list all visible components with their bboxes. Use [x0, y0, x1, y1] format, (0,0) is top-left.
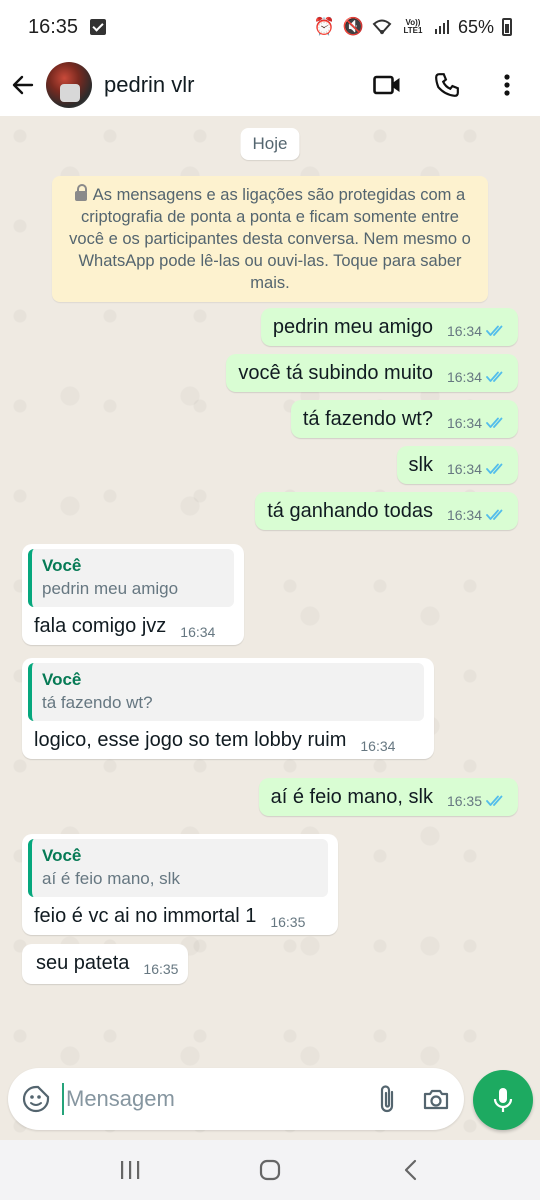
more-options-button[interactable] — [492, 70, 522, 100]
read-ticks-icon — [486, 509, 503, 520]
quote-text: tá fazendo wt? — [42, 693, 153, 712]
message-outgoing[interactable]: você tá subindo muito 16:34 — [226, 354, 518, 392]
camera-icon — [423, 1089, 449, 1110]
back-button[interactable] — [10, 72, 36, 98]
message-time: 16:34 — [446, 461, 482, 477]
quote-text: aí é feio mano, slk — [42, 869, 180, 888]
message-outgoing[interactable]: pedrin meu amigo 16:34 — [260, 308, 518, 346]
signal-icon — [434, 20, 449, 34]
message-input[interactable] — [62, 1083, 354, 1115]
camera-button[interactable] — [422, 1083, 450, 1115]
read-ticks-icon — [486, 463, 503, 474]
message-outgoing[interactable]: tá fazendo wt? 16:34 — [290, 400, 518, 438]
message-time: 16:34 — [446, 369, 482, 385]
quoted-message[interactable]: Você aí é feio mano, slk — [28, 839, 328, 897]
message-text: tá ganhando todas — [267, 500, 433, 522]
video-call-icon — [373, 75, 400, 95]
quoted-message[interactable]: Você tá fazendo wt? — [28, 663, 424, 721]
chat-area[interactable]: Hoje As mensagens e as ligações são prot… — [0, 116, 540, 1140]
quote-author: Você — [42, 670, 82, 689]
more-vert-icon — [504, 74, 510, 96]
message-time: 16:34 — [446, 323, 482, 339]
quote-text: pedrin meu amigo — [42, 579, 179, 598]
message-text: pedrin meu amigo — [272, 316, 433, 338]
voice-message-button[interactable] — [473, 1070, 533, 1130]
microphone-icon — [493, 1088, 513, 1112]
network-label: Vo)) LTE1 — [403, 18, 423, 35]
message-time: 16:34 — [446, 415, 482, 431]
message-incoming[interactable]: Você tá fazendo wt? logico, esse jogo so… — [22, 658, 434, 759]
message-outgoing[interactable]: slk 16:34 — [396, 446, 518, 484]
message-text: logico, esse jogo so tem lobby ruim — [34, 729, 347, 751]
quoted-message[interactable]: Você pedrin meu amigo — [28, 549, 234, 607]
wifi-icon — [372, 19, 392, 35]
avatar[interactable] — [46, 62, 92, 108]
message-text: tá fazendo wt? — [302, 408, 433, 430]
read-ticks-icon — [486, 795, 503, 806]
home-button[interactable] — [250, 1150, 290, 1190]
message-time: 16:35 — [270, 914, 306, 930]
read-ticks-icon — [486, 417, 503, 428]
battery-icon — [502, 18, 512, 36]
message-incoming[interactable]: Você pedrin meu amigo fala comigo jvz 16… — [22, 544, 244, 645]
message-text: slk — [408, 454, 433, 476]
quote-author: Você — [42, 556, 82, 575]
message-outgoing[interactable]: aí é feio mano, slk 16:35 — [258, 778, 518, 816]
chevron-left-icon — [404, 1159, 417, 1181]
read-ticks-icon — [486, 325, 503, 336]
paperclip-icon — [380, 1085, 394, 1113]
system-nav-bar — [0, 1140, 540, 1200]
chat-header: pedrin vlr — [0, 54, 540, 116]
message-text: feio é vc ai no immortal 1 — [34, 905, 257, 927]
mute-icon: 🔇 — [342, 17, 364, 36]
voice-call-button[interactable] — [432, 70, 462, 100]
sticker-icon — [22, 1085, 50, 1113]
recents-icon — [121, 1161, 140, 1179]
contact-name[interactable]: pedrin vlr — [104, 72, 194, 98]
back-nav-button[interactable] — [390, 1150, 430, 1190]
notification-check-icon — [90, 19, 107, 35]
message-text: fala comigo jvz — [34, 615, 167, 637]
message-outgoing[interactable]: tá ganhando todas 16:34 — [255, 492, 518, 530]
date-separator: Hoje — [240, 128, 300, 160]
sticker-button[interactable] — [22, 1084, 50, 1114]
message-incoming[interactable]: Você aí é feio mano, slk feio é vc ai no… — [22, 834, 338, 935]
message-time: 16:34 — [446, 507, 482, 523]
message-text: você tá subindo muito — [238, 362, 433, 384]
phone-icon — [435, 73, 459, 97]
quote-author: Você — [42, 846, 82, 865]
video-call-button[interactable] — [372, 70, 402, 100]
status-bar: 16:35 ⏰ 🔇 Vo)) LTE1 65% — [0, 0, 540, 54]
message-time: 16:35 — [446, 793, 482, 809]
message-time: 16:34 — [180, 624, 216, 640]
message-incoming[interactable]: seu pateta 16:35 — [22, 944, 189, 984]
read-ticks-icon — [486, 371, 503, 382]
home-icon — [259, 1159, 281, 1181]
attach-button[interactable] — [376, 1083, 400, 1115]
message-composer — [8, 1068, 464, 1130]
battery-percent: 65% — [457, 16, 494, 37]
encryption-notice-text: As mensagens e as ligações são protegida… — [69, 186, 471, 292]
encryption-notice[interactable]: As mensagens e as ligações são protegida… — [52, 176, 488, 302]
message-text: seu pateta — [36, 952, 130, 974]
message-time: 16:35 — [143, 961, 179, 977]
message-time: 16:34 — [360, 738, 396, 754]
back-arrow-icon — [12, 75, 34, 95]
status-time: 16:35 — [28, 15, 79, 38]
lock-icon — [74, 183, 87, 201]
alarm-icon: ⏰ — [313, 17, 335, 36]
recent-apps-button[interactable] — [110, 1150, 150, 1190]
message-text: aí é feio mano, slk — [270, 786, 433, 808]
